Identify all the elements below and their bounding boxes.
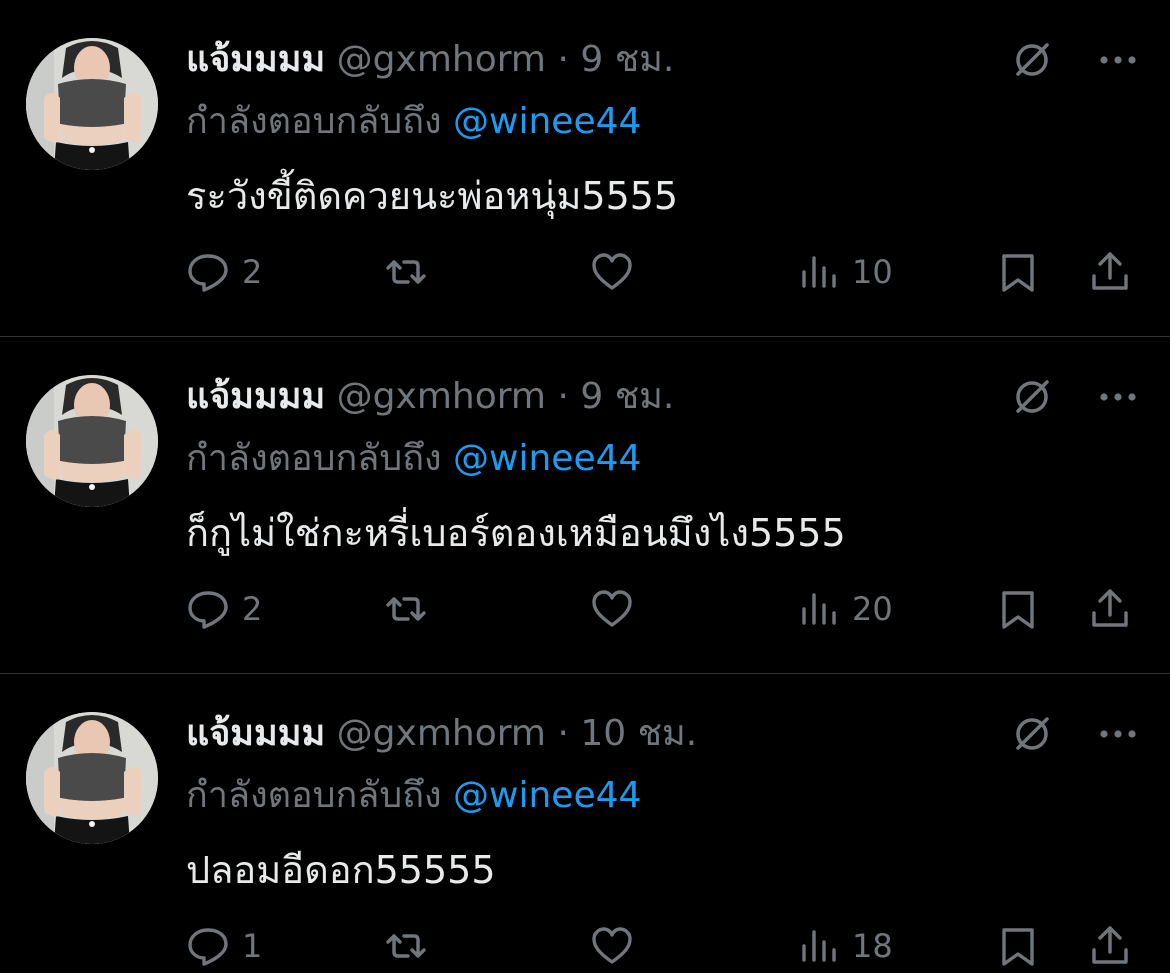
view-count: 18 — [852, 927, 893, 965]
reply-context: กำลังตอบกลับถึง @winee44 — [186, 435, 641, 483]
mention-link[interactable]: @winee44 — [453, 101, 641, 142]
timestamp[interactable]: 9 ชม. — [580, 39, 674, 80]
avatar[interactable] — [26, 375, 158, 507]
retweet-icon — [386, 260, 426, 284]
views-icon — [802, 930, 836, 962]
bookmark-button[interactable] — [996, 582, 1040, 636]
views-button[interactable]: 10 — [796, 245, 893, 299]
display-name[interactable]: แจ้มมมม — [186, 39, 325, 80]
more-icon[interactable] — [1096, 40, 1140, 80]
reply-count: 2 — [242, 253, 263, 291]
reply-prefix: กำลังตอบกลับถึง — [186, 101, 442, 142]
bookmark-icon — [1002, 928, 1034, 966]
reply-prefix: กำลังตอบกลับถึง — [186, 775, 442, 816]
like-button[interactable] — [590, 919, 646, 973]
reply-icon — [188, 254, 228, 292]
user-handle[interactable]: @gxmhorm — [337, 376, 546, 417]
tweet-header: แจ้มมมม @gxmhorm · 9 ชม. — [186, 373, 674, 421]
tweet[interactable]: แจ้มมมม @gxmhorm · 10 ชม. กำลังตอบกลับถึ… — [0, 674, 1170, 972]
share-icon — [1092, 926, 1128, 964]
tweet-header: แจ้มมมม @gxmhorm · 10 ชม. — [186, 710, 697, 758]
avatar-image — [26, 38, 158, 170]
reply-button[interactable]: 1 — [186, 919, 262, 973]
action-bar: 1 18 — [186, 919, 1140, 973]
reply-prefix: กำลังตอบกลับถึง — [186, 438, 442, 479]
share-icon — [1092, 589, 1128, 627]
mention-link[interactable]: @winee44 — [453, 438, 641, 479]
avatar-image — [26, 375, 158, 507]
reply-count: 1 — [242, 927, 263, 965]
like-button[interactable] — [590, 582, 646, 636]
separator: · — [557, 713, 569, 754]
views-button[interactable]: 18 — [796, 919, 893, 973]
mention-link[interactable]: @winee44 — [453, 775, 641, 816]
grok-icon[interactable] — [1012, 377, 1052, 417]
reply-context: กำลังตอบกลับถึง @winee44 — [186, 772, 641, 820]
bookmark-button[interactable] — [996, 245, 1040, 299]
heart-icon — [592, 253, 632, 290]
display-name[interactable]: แจ้มมมม — [186, 376, 325, 417]
tweet-text: ก็กูไม่ใช่กะหรี่เบอร์ตองเหมือนมึงไง5555 — [186, 511, 846, 555]
tweet[interactable]: แจ้มมมม @gxmhorm · 9 ชม. กำลังตอบกลับถึง… — [0, 337, 1170, 673]
view-count: 20 — [852, 590, 893, 628]
like-button[interactable] — [590, 245, 646, 299]
bookmark-icon — [1002, 591, 1034, 629]
reply-button[interactable]: 2 — [186, 245, 262, 299]
more-icon[interactable] — [1096, 377, 1140, 417]
heart-icon — [592, 927, 632, 964]
share-button[interactable] — [1088, 582, 1132, 636]
view-count: 10 — [852, 253, 893, 291]
user-handle[interactable]: @gxmhorm — [337, 713, 546, 754]
avatar[interactable] — [26, 38, 158, 170]
grok-icon[interactable] — [1012, 714, 1052, 754]
views-icon — [802, 256, 836, 288]
timestamp[interactable]: 10 ชม. — [580, 713, 697, 754]
tweet-text: ปลอมอีดอก55555 — [186, 848, 496, 892]
heart-icon — [592, 590, 632, 627]
reply-button[interactable]: 2 — [186, 582, 262, 636]
display-name[interactable]: แจ้มมมม — [186, 713, 325, 754]
tweet-header: แจ้มมมม @gxmhorm · 9 ชม. — [186, 36, 674, 84]
separator: · — [557, 39, 569, 80]
reply-context: กำลังตอบกลับถึง @winee44 — [186, 98, 641, 146]
user-handle[interactable]: @gxmhorm — [337, 39, 546, 80]
tweet-text: ระวังขี้ติดควยนะพ่อหนุ่ม5555 — [186, 174, 679, 218]
views-icon — [802, 593, 836, 625]
reply-icon — [188, 591, 228, 629]
more-icon[interactable] — [1096, 714, 1140, 754]
retweet-button[interactable] — [384, 582, 440, 636]
timestamp[interactable]: 9 ชม. — [580, 376, 674, 417]
retweet-icon — [386, 934, 426, 958]
share-icon — [1092, 252, 1128, 290]
share-button[interactable] — [1088, 245, 1132, 299]
grok-icon[interactable] — [1012, 40, 1052, 80]
avatar-image — [26, 712, 158, 844]
retweet-icon — [386, 597, 426, 621]
retweet-button[interactable] — [384, 919, 440, 973]
separator: · — [557, 376, 569, 417]
views-button[interactable]: 20 — [796, 582, 893, 636]
share-button[interactable] — [1088, 919, 1132, 973]
retweet-button[interactable] — [384, 245, 440, 299]
reply-icon — [188, 928, 228, 966]
avatar[interactable] — [26, 712, 158, 844]
action-bar: 2 10 — [186, 245, 1140, 299]
action-bar: 2 20 — [186, 582, 1140, 636]
bookmark-icon — [1002, 254, 1034, 292]
tweet[interactable]: แจ้มมมม @gxmhorm · 9 ชม. กำลังตอบกลับถึง… — [0, 0, 1170, 336]
bookmark-button[interactable] — [996, 919, 1040, 973]
reply-count: 2 — [242, 590, 263, 628]
